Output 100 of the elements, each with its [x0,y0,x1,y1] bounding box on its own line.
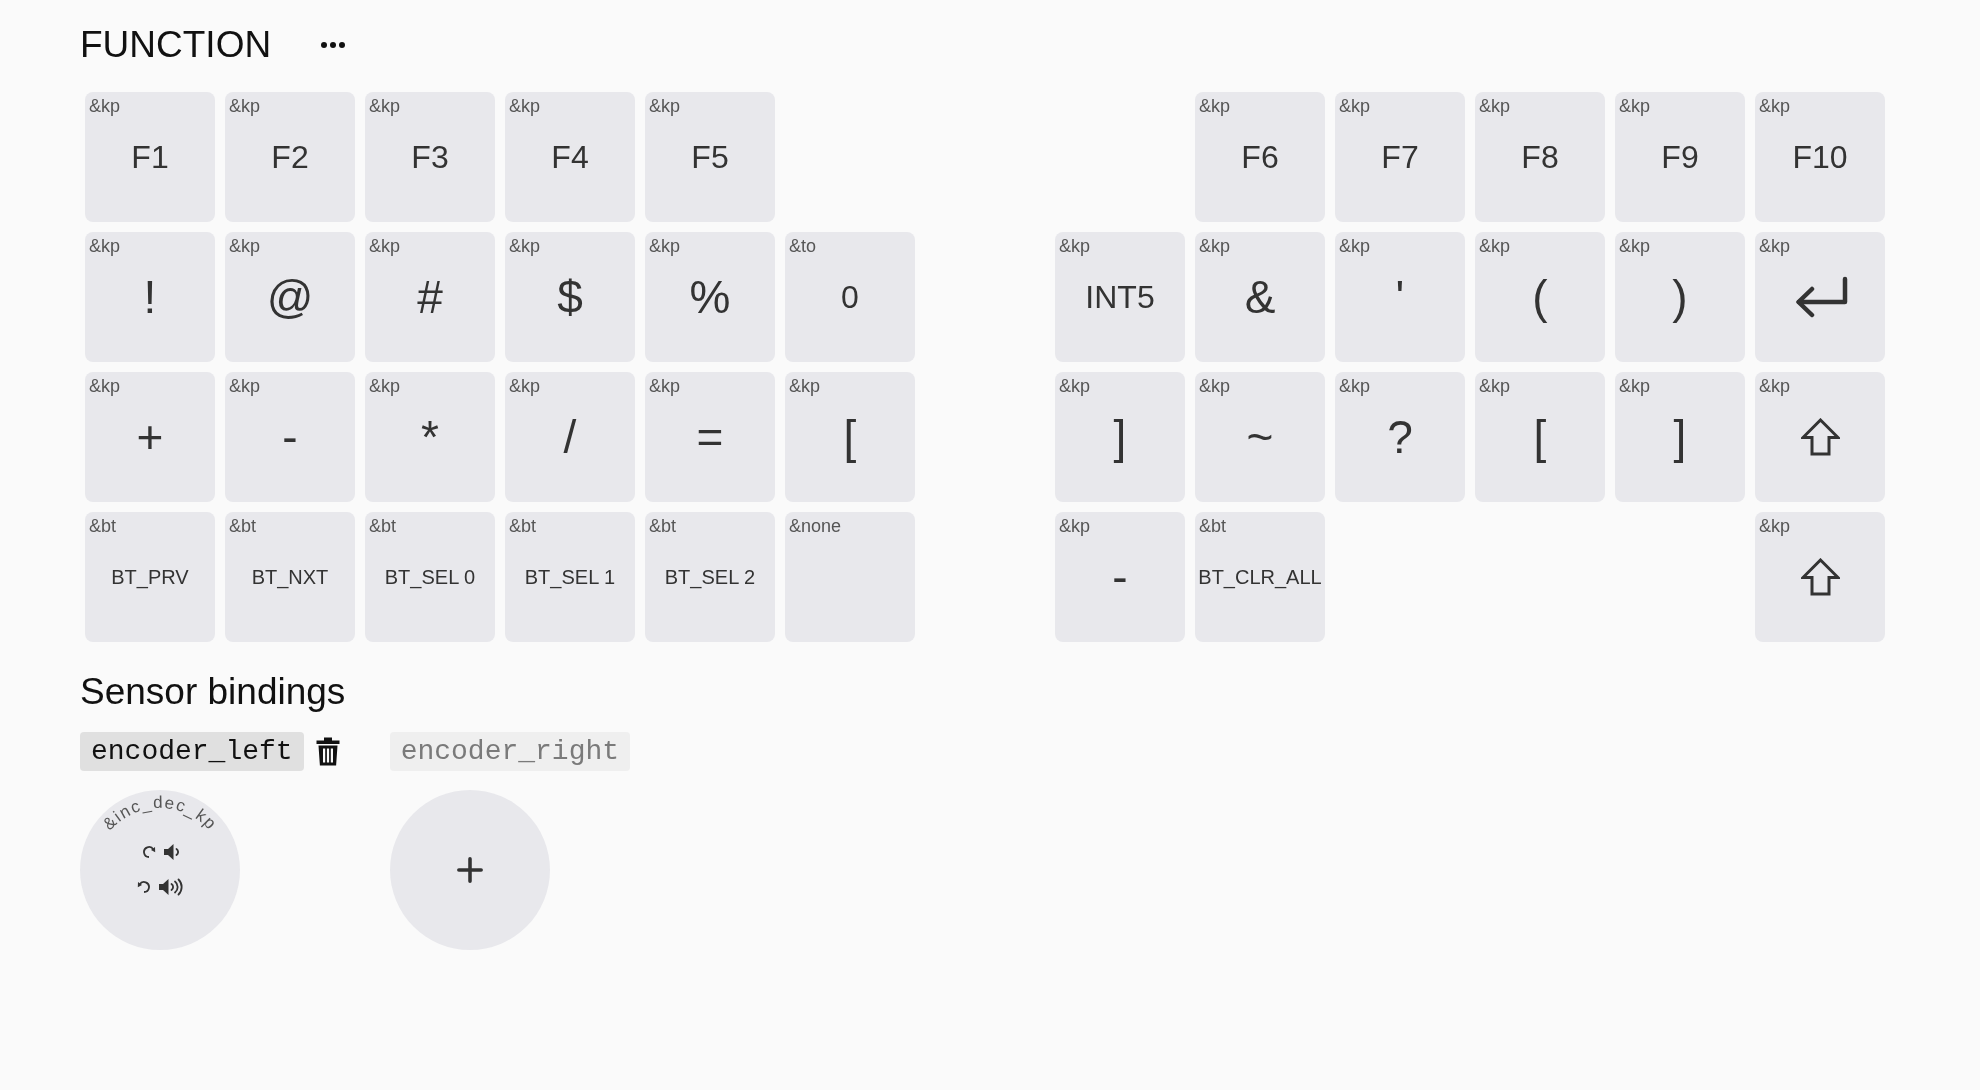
keycap[interactable]: &kp F10 [1755,92,1885,223]
keycap[interactable]: &kp INT5 [1055,232,1185,363]
key-legend: $ [557,274,583,321]
key-legend: [ [1533,414,1547,461]
keycap[interactable]: &kp ! [85,232,215,363]
behavior-label: &none [789,516,842,537]
keycap[interactable]: &kp F9 [1615,92,1745,223]
key-legend: & [1244,274,1276,321]
keycap[interactable]: &kp + [85,372,215,503]
behavior-label: &bt [369,516,397,537]
layer-title: FUNCTION [80,23,272,67]
behavior-label: &kp [1759,236,1791,257]
behavior-label: &kp [1199,236,1231,257]
keycap[interactable]: &kp F8 [1475,92,1605,223]
sensor-tab[interactable]: encoder_right [389,731,631,771]
keycap[interactable]: &kp [1755,372,1885,503]
keycap[interactable]: &kp F6 [1195,92,1325,223]
keycap[interactable]: &bt BT_SEL 2 [645,512,775,643]
speaker-quiet-icon [162,843,179,862]
keycap[interactable]: &kp ~ [1195,372,1325,503]
key-legend: F7 [1381,141,1419,174]
keycap[interactable]: &bt BT_NXT [225,512,355,643]
behavior-label: &kp [1339,96,1371,117]
key-legend: ? [1387,414,1413,461]
keycap[interactable]: &kp F7 [1335,92,1465,223]
keycap[interactable]: &kp / [505,372,635,503]
behavior-label: &kp [1199,376,1231,397]
key-legend: 0 [841,281,859,314]
key-legend: BT_SEL 2 [664,567,756,588]
behavior-label: &kp [1479,376,1511,397]
keycap[interactable]: &bt BT_SEL 0 [365,512,495,643]
key-legend: ) [1672,274,1688,321]
behavior-label: &kp [649,376,681,397]
keycap[interactable]: &bt BT_PRV [85,512,215,643]
behavior-label: &kp [649,96,681,117]
sensor-tab[interactable]: encoder_left [80,731,304,771]
keycap[interactable]: &kp - [1055,512,1185,643]
keycap[interactable]: &kp ] [1055,372,1185,503]
keycap[interactable]: &kp F3 [365,92,495,223]
behavior-label: &kp [1619,236,1651,257]
key-legend: BT_NXT [251,567,329,588]
behavior-label: &kp [1759,516,1791,537]
behavior-label: &kp [509,236,541,257]
key-legend: * [421,414,439,461]
behavior-label: &kp [1059,516,1091,537]
keycap[interactable]: &kp ( [1475,232,1605,363]
behavior-label: &kp [369,376,401,397]
trash-icon[interactable] [315,736,340,766]
keycap[interactable]: &kp - [225,372,355,503]
keycap[interactable]: &bt BT_CLR_ALL [1195,512,1325,643]
key-legend: F3 [411,141,449,174]
key-legend: F4 [551,141,589,174]
keycap[interactable]: &kp F2 [225,92,355,223]
speaker-loud-icon [158,878,183,897]
behavior-label: &kp [1339,376,1371,397]
keycap[interactable]: &kp * [365,372,495,503]
behavior-label: &kp [1619,96,1651,117]
behavior-label: &kp [229,236,261,257]
keycap[interactable]: &kp [1755,512,1885,643]
keycap[interactable]: &kp & [1195,232,1325,363]
behavior-label: &kp [229,96,261,117]
key-legend: F8 [1521,141,1559,174]
keycap[interactable]: &kp $ [505,232,635,363]
shift-arrow-icon [1800,418,1840,457]
keycap[interactable]: &kp ? [1335,372,1465,503]
key-legend: ( [1532,274,1548,321]
key-legend: ] [1673,414,1687,461]
key-legend: [ [843,414,857,461]
more-icon[interactable] [321,42,346,49]
keycap[interactable]: &kp F5 [645,92,775,223]
behavior-label: &kp [229,376,261,397]
keycap[interactable]: &kp [ [785,372,915,503]
keycap[interactable]: &kp ) [1615,232,1745,363]
key-legend: # [417,274,443,321]
keycap[interactable]: &kp F1 [85,92,215,223]
keycap[interactable]: &none [785,512,915,643]
keycap[interactable]: &kp [1755,232,1885,363]
keycap[interactable]: &bt BT_SEL 1 [505,512,635,643]
keycap[interactable]: &to 0 [785,232,915,363]
keycap[interactable]: &kp ' [1335,232,1465,363]
behavior-label: &kp [1759,376,1791,397]
keycap[interactable]: &kp F4 [505,92,635,223]
key-legend: INT5 [1085,281,1155,314]
key-legend: - [1112,554,1128,601]
key-legend: BT_SEL 0 [384,567,476,588]
key-legend: ~ [1246,414,1274,461]
keycap[interactable]: &kp = [645,372,775,503]
keycap[interactable]: &kp @ [225,232,355,363]
rotate-clockwise-icon [141,845,157,860]
behavior-label: &kp [789,376,821,397]
keycap[interactable]: &kp % [645,232,775,363]
keycap[interactable]: &kp [ [1475,372,1605,503]
keycap[interactable]: &kp ] [1615,372,1745,503]
key-legend: ! [143,274,157,321]
key-legend: ] [1113,414,1127,461]
keycap[interactable]: &kp # [365,232,495,363]
behavior-label: &kp [1619,376,1651,397]
behavior-label: &kp [509,376,541,397]
shift-arrow-icon [1800,558,1840,597]
behavior-label: &kp [1059,376,1091,397]
